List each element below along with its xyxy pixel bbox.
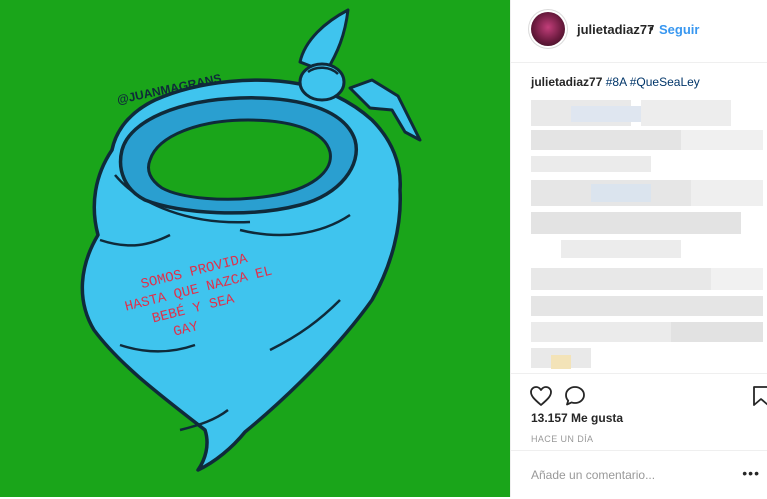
instagram-post: @JUANMAGRANS SOMOS PROVIDA HASTA QUE NAZ… [0,0,767,497]
post-image[interactable]: @JUANMAGRANS SOMOS PROVIDA HASTA QUE NAZ… [0,0,510,497]
blurred-comments [531,100,763,372]
comment-bar: ••• [511,450,767,499]
likes-count[interactable]: 13.157 Me gusta [531,411,623,425]
comment-icon[interactable] [563,384,587,408]
post-timestamp: HACE UN DÍA [531,434,594,444]
separator-dot: • [649,21,654,36]
bandana-illustration: @JUANMAGRANS SOMOS PROVIDA HASTA QUE NAZ… [0,0,510,497]
post-actions: 13.157 Me gusta HACE UN DÍA ••• [511,373,767,498]
author-username[interactable]: julietadiaz77 [577,22,654,37]
comment-input[interactable] [531,465,741,485]
more-options-button[interactable]: ••• [742,465,760,481]
heart-icon[interactable] [529,384,553,408]
post-side-panel: julietadiaz77 • Seguir julietadiaz77 #8A… [510,0,767,497]
caption-username[interactable]: julietadiaz77 [531,75,602,89]
post-caption: julietadiaz77 #8A #QueSeaLey [531,75,700,89]
bookmark-icon[interactable] [749,384,767,408]
caption-hashtags[interactable]: #8A #QueSeaLey [606,75,700,89]
post-header: julietadiaz77 • Seguir [511,0,767,63]
avatar[interactable] [531,12,565,46]
follow-button[interactable]: Seguir [659,22,699,37]
